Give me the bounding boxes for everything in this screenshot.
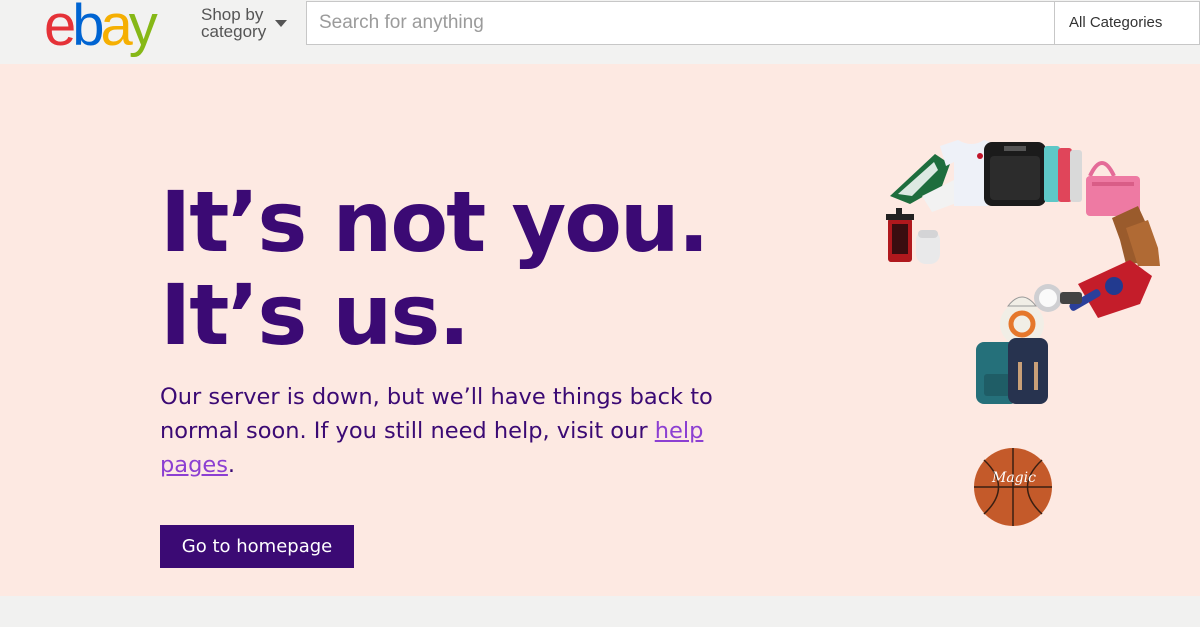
handbag-icon — [1086, 161, 1140, 216]
ball-signature: Magic — [991, 470, 1036, 486]
message-text: Our server is down, but we’ll have thing… — [160, 384, 713, 444]
colored-speakers-icon — [1044, 146, 1082, 202]
boots-icon — [1112, 206, 1160, 266]
french-press-icon — [886, 208, 914, 262]
go-to-homepage-button[interactable]: Go to homepage — [160, 525, 354, 568]
caret-down-icon — [275, 20, 287, 27]
category-select[interactable]: All Categories — [1054, 1, 1200, 45]
search-bar — [306, 1, 1054, 45]
category-label: category — [201, 22, 267, 41]
error-hero: It’s not you. It’s us. Our server is dow… — [0, 64, 1200, 596]
logo-letter-y: y — [128, 0, 158, 58]
shop-by-category-button[interactable]: Shop by category — [201, 6, 291, 40]
logo-letter-b: b — [72, 0, 104, 58]
top-header: ebay Shop by category All Categories — [0, 0, 1200, 62]
smart-speaker-icon — [916, 230, 940, 264]
footer-strip — [0, 596, 1200, 627]
backpack-icon — [976, 338, 1048, 404]
ebay-logo[interactable]: ebay — [44, 0, 158, 58]
logo-letter-a: a — [100, 0, 133, 58]
message-end: . — [227, 452, 236, 478]
logo-letter-e: e — [44, 0, 76, 58]
headline-line-1: It’s not you. — [160, 173, 710, 271]
error-message: Our server is down, but we’ll have thing… — [160, 380, 740, 482]
basketball-illustration: Magic — [974, 448, 1052, 526]
page-headline: It’s not you. It’s us. — [160, 173, 710, 364]
headline-line-2: It’s us. — [160, 266, 470, 364]
speaker-icon — [984, 142, 1046, 206]
shop-by-label: Shop by — [201, 5, 264, 24]
search-input[interactable] — [307, 2, 1054, 44]
action-figure-icon — [1069, 260, 1152, 318]
